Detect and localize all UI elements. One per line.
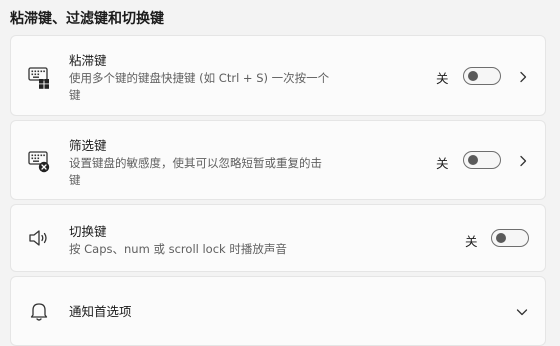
toggle-keys-toggle[interactable] bbox=[491, 229, 529, 247]
filter-keys-description: 设置键盘的敏感度，使其可以忽略短暂或重复的击键 bbox=[69, 156, 322, 187]
toggle-knob bbox=[468, 71, 478, 81]
toggle-keys-description: 按 Caps、num 或 scroll lock 时播放声音 bbox=[69, 242, 287, 256]
toggle-keys-card: 切换键 按 Caps、num 或 scroll lock 时播放声音 关 bbox=[10, 204, 546, 272]
toggle-keys-state-label: 关 bbox=[465, 234, 478, 249]
toggle-knob bbox=[496, 233, 506, 243]
toggle-keys-text: 切换键 按 Caps、num 或 scroll lock 时播放声音 bbox=[69, 223, 429, 258]
notification-preferences-text: 通知首选项 bbox=[69, 303, 132, 321]
sticky-keys-toggle[interactable] bbox=[463, 67, 501, 85]
bell-icon bbox=[27, 299, 51, 323]
notification-preferences-title: 通知首选项 bbox=[69, 304, 132, 319]
toggle-knob bbox=[468, 155, 478, 165]
filter-keys-text: 筛选键 设置键盘的敏感度，使其可以忽略短暂或重复的击键 bbox=[69, 137, 331, 189]
filter-keys-toggle[interactable] bbox=[463, 151, 501, 169]
chevron-right-icon[interactable] bbox=[516, 153, 530, 167]
keyboard-filter-icon bbox=[27, 149, 51, 173]
notification-preferences-card[interactable]: 通知首选项 bbox=[10, 276, 546, 346]
filter-keys-state-label: 关 bbox=[436, 156, 449, 171]
sticky-keys-text: 粘滞键 使用多个键的键盘快捷键 (如 Ctrl + S) 一次按一个键 bbox=[69, 52, 331, 104]
toggle-keys-title: 切换键 bbox=[69, 224, 107, 239]
filter-keys-card[interactable]: 筛选键 设置键盘的敏感度，使其可以忽略短暂或重复的击键 关 bbox=[10, 120, 546, 200]
section-title: 粘滞键、过滤键和切换键 bbox=[10, 11, 164, 27]
speaker-icon bbox=[27, 226, 51, 250]
sticky-keys-card[interactable]: 粘滞键 使用多个键的键盘快捷键 (如 Ctrl + S) 一次按一个键 关 bbox=[10, 35, 546, 116]
sticky-keys-state-label: 关 bbox=[436, 71, 449, 86]
keyboard-sticky-icon bbox=[27, 65, 51, 89]
chevron-down-icon[interactable] bbox=[515, 304, 529, 318]
chevron-right-icon[interactable] bbox=[516, 69, 530, 83]
filter-keys-title: 筛选键 bbox=[69, 138, 107, 153]
sticky-keys-description: 使用多个键的键盘快捷键 (如 Ctrl + S) 一次按一个键 bbox=[69, 71, 330, 102]
sticky-keys-title: 粘滞键 bbox=[69, 53, 107, 68]
